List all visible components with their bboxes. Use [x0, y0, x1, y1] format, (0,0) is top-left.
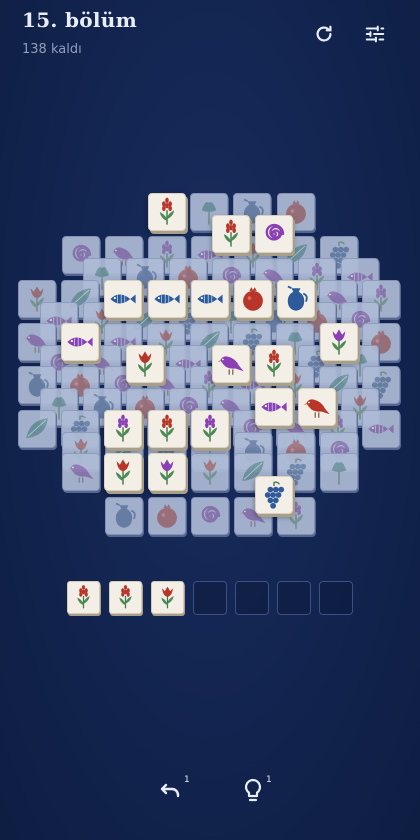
board-tile-spiral-purple[interactable]: [255, 215, 293, 253]
undo-button[interactable]: 1: [158, 775, 190, 802]
board-tile-covered: [105, 497, 143, 535]
board-tile-hyacinth-red[interactable]: [148, 410, 186, 448]
board-tile-hyacinth-red[interactable]: [255, 345, 293, 383]
tray-slot: [235, 581, 269, 615]
board-tile-covered: [148, 497, 186, 535]
board-tile-bird-purple[interactable]: [212, 345, 250, 383]
tray-slot: [193, 581, 227, 615]
board-tile-tulip-red[interactable]: [104, 453, 142, 491]
board-tile-pitcher-blue[interactable]: [277, 280, 315, 318]
board-tile-fish-blue[interactable]: [191, 280, 229, 318]
board-tile-tulip-purple[interactable]: [148, 453, 186, 491]
undo-icon: [160, 783, 180, 798]
tray-tile-tulip-red: [151, 581, 184, 614]
board-tile-grapes-blue[interactable]: [255, 476, 293, 514]
tray-tile-hyacinth-red: [67, 581, 100, 614]
board-tile-bird-red[interactable]: [298, 388, 336, 426]
tray-slot: [277, 581, 311, 615]
hint-count: 1: [266, 775, 272, 785]
board-tile-hyacinth-red[interactable]: [148, 193, 186, 231]
board-tile-covered: [191, 453, 229, 491]
board-tile-fish-blue[interactable]: [148, 280, 186, 318]
board-tile-covered: [18, 410, 56, 448]
board-tile-fish-purple[interactable]: [255, 388, 293, 426]
board-tile-covered: [62, 453, 100, 491]
hint-button[interactable]: 1: [242, 775, 272, 804]
board-tile-covered: [320, 453, 358, 491]
board-tile-pomegranate[interactable]: [234, 280, 272, 318]
board-tile-tulip-purple[interactable]: [320, 323, 358, 361]
board-tile-fish-purple[interactable]: [61, 323, 99, 361]
tile-board: [0, 0, 420, 560]
tray-slot: [319, 581, 353, 615]
board-tile-covered: [191, 497, 229, 535]
lightbulb-icon: [244, 778, 262, 802]
board-tile-hyacinth-purple[interactable]: [191, 410, 229, 448]
tray-tile-hyacinth-red: [109, 581, 142, 614]
board-tile-tulip-red[interactable]: [126, 345, 164, 383]
board-tile-hyacinth-red[interactable]: [212, 215, 250, 253]
board-tile-hyacinth-purple[interactable]: [104, 410, 142, 448]
undo-count: 1: [184, 775, 190, 785]
board-tile-covered: [362, 410, 400, 448]
board-tile-fish-blue[interactable]: [104, 280, 142, 318]
